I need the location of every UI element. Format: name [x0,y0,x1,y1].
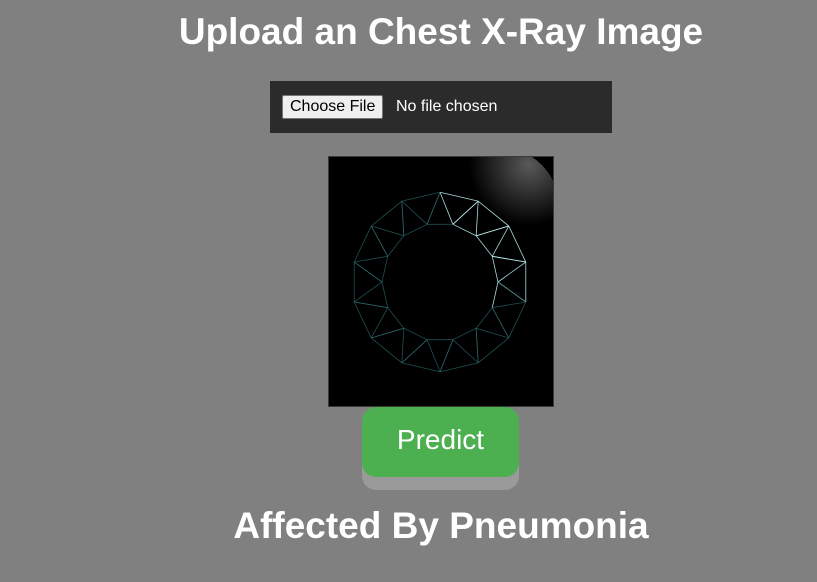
choose-file-button[interactable]: Choose File [282,95,384,119]
prediction-result: Affected By Pneumonia [233,505,649,546]
wireframe-ring-image [329,157,553,406]
predict-button[interactable]: Predict [362,407,519,477]
file-status-text: No file chosen [396,98,498,115]
page-title: Upload an Chest X-Ray Image [178,11,704,52]
uploaded-image-preview [328,156,554,407]
file-upload-container: Choose File No file chosen [270,81,612,133]
